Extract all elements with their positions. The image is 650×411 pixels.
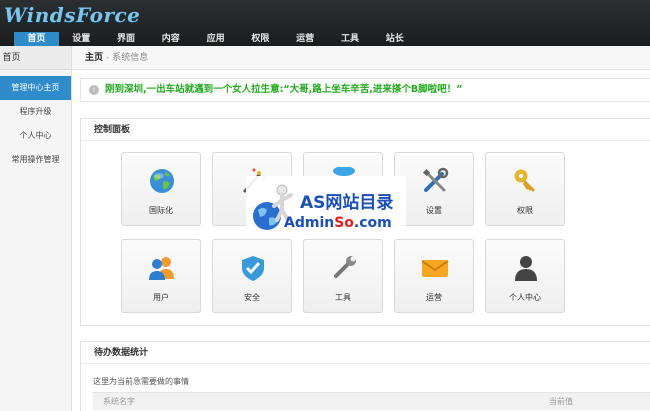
- watermark-domain-b: So: [334, 215, 354, 231]
- nav-permissions[interactable]: 权限: [238, 32, 283, 46]
- sidebar-item-personal-center[interactable]: 个人中心: [0, 124, 71, 148]
- notice-bar: i 刚到深圳,一出车站就遇到一个女人拉生意:“大哥,路上坐车辛苦,进来搽个B脚啦吧…: [80, 78, 650, 102]
- tools-icon: [422, 167, 449, 192]
- breadcrumb-separator: -: [106, 53, 110, 63]
- key-icon: [514, 169, 535, 192]
- globe-icon: [150, 169, 174, 193]
- sidebar-item-common-ops[interactable]: 常用操作管理: [0, 148, 71, 172]
- app-logo[interactable]: WindsForce: [4, 3, 140, 27]
- sidebar-header: ｹ首页: [0, 46, 71, 70]
- nav-home[interactable]: 首页: [14, 32, 59, 46]
- nav-content[interactable]: 内容: [148, 32, 193, 46]
- watermark: AS网站目录 AdminSo.com: [246, 176, 406, 238]
- breadcrumb-home[interactable]: 主页: [85, 53, 103, 63]
- tile-permissions[interactable]: 权限: [485, 152, 565, 226]
- nav-settings[interactable]: 设置: [59, 32, 104, 46]
- stats-title: 待办数据统计: [81, 342, 650, 364]
- nav-tools[interactable]: 工具: [328, 32, 373, 46]
- tile-personal-center-label: 个人中心: [509, 293, 541, 302]
- stats-table-header: 系统名字 当前值: [93, 392, 650, 410]
- nav-apps[interactable]: 应用: [193, 32, 238, 46]
- breadcrumb-current: 系统信息: [112, 53, 149, 63]
- tile-i18n[interactable]: 国际化: [121, 152, 201, 226]
- envelope-icon: [421, 260, 449, 277]
- notice-text: 刚到深圳,一出车站就遇到一个女人拉生意:“大哥,路上坐车辛苦,进来搽个B脚啦吧！…: [105, 84, 463, 95]
- tile-operations-label: 运营: [426, 293, 442, 302]
- tile-users[interactable]: 用户: [121, 239, 201, 313]
- stats-col-system-name: 系统名字: [103, 397, 135, 406]
- tile-i18n-label: 国际化: [149, 206, 173, 215]
- users-icon: [149, 257, 174, 280]
- stats-panel: 待办数据统计 这里为当前急需要做的事情 系统名字 当前值: [80, 341, 650, 411]
- nav-interface[interactable]: 界面: [104, 32, 149, 46]
- top-header: WindsForce 首页 设置 界面 内容 应用 权限 运营 工具 站长: [0, 0, 650, 46]
- watermark-domain-c: .com: [353, 215, 392, 231]
- stats-col-current-value: 当前值: [549, 397, 573, 406]
- tile-personal-center[interactable]: 个人中心: [485, 239, 565, 313]
- wrench-icon: [334, 256, 356, 278]
- sidebar-home-link[interactable]: 首页: [3, 53, 21, 63]
- tile-users-label: 用户: [153, 293, 169, 302]
- tile-operations[interactable]: 运营: [394, 239, 474, 313]
- tile-security[interactable]: 安全: [212, 239, 292, 313]
- stats-description: 这里为当前急需要做的事情: [93, 377, 189, 386]
- info-icon: i: [89, 85, 99, 95]
- nav-webmaster[interactable]: 站长: [372, 32, 417, 46]
- main-nav: 首页 设置 界面 内容 应用 权限 运营 工具 站长: [14, 32, 417, 46]
- shield-icon: [242, 256, 264, 281]
- tile-security-label: 安全: [244, 293, 260, 302]
- control-panel-title: 控制面板: [81, 119, 650, 141]
- tile-tools[interactable]: 工具: [303, 239, 383, 313]
- tile-tools-label: 工具: [335, 293, 351, 302]
- watermark-title: AS网站目录: [300, 193, 394, 213]
- tile-permissions-label: 权限: [517, 206, 533, 215]
- watermark-domain: AdminSo.com: [284, 215, 392, 231]
- watermark-domain-a: Admin: [284, 215, 335, 231]
- nav-operations[interactable]: 运营: [283, 32, 328, 46]
- sidebar-item-admin-home[interactable]: 管理中心主页: [0, 76, 71, 100]
- sidebar-item-upgrade[interactable]: 程序升级: [0, 100, 71, 124]
- breadcrumb: 主页 - 系统信息: [72, 46, 650, 70]
- tile-settings-label: 设置: [426, 206, 442, 215]
- sidebar: ｹ首页 管理中心主页 程序升级 个人中心 常用操作管理: [0, 46, 72, 411]
- tile-settings[interactable]: 设置: [394, 152, 474, 226]
- person-icon: [515, 256, 537, 281]
